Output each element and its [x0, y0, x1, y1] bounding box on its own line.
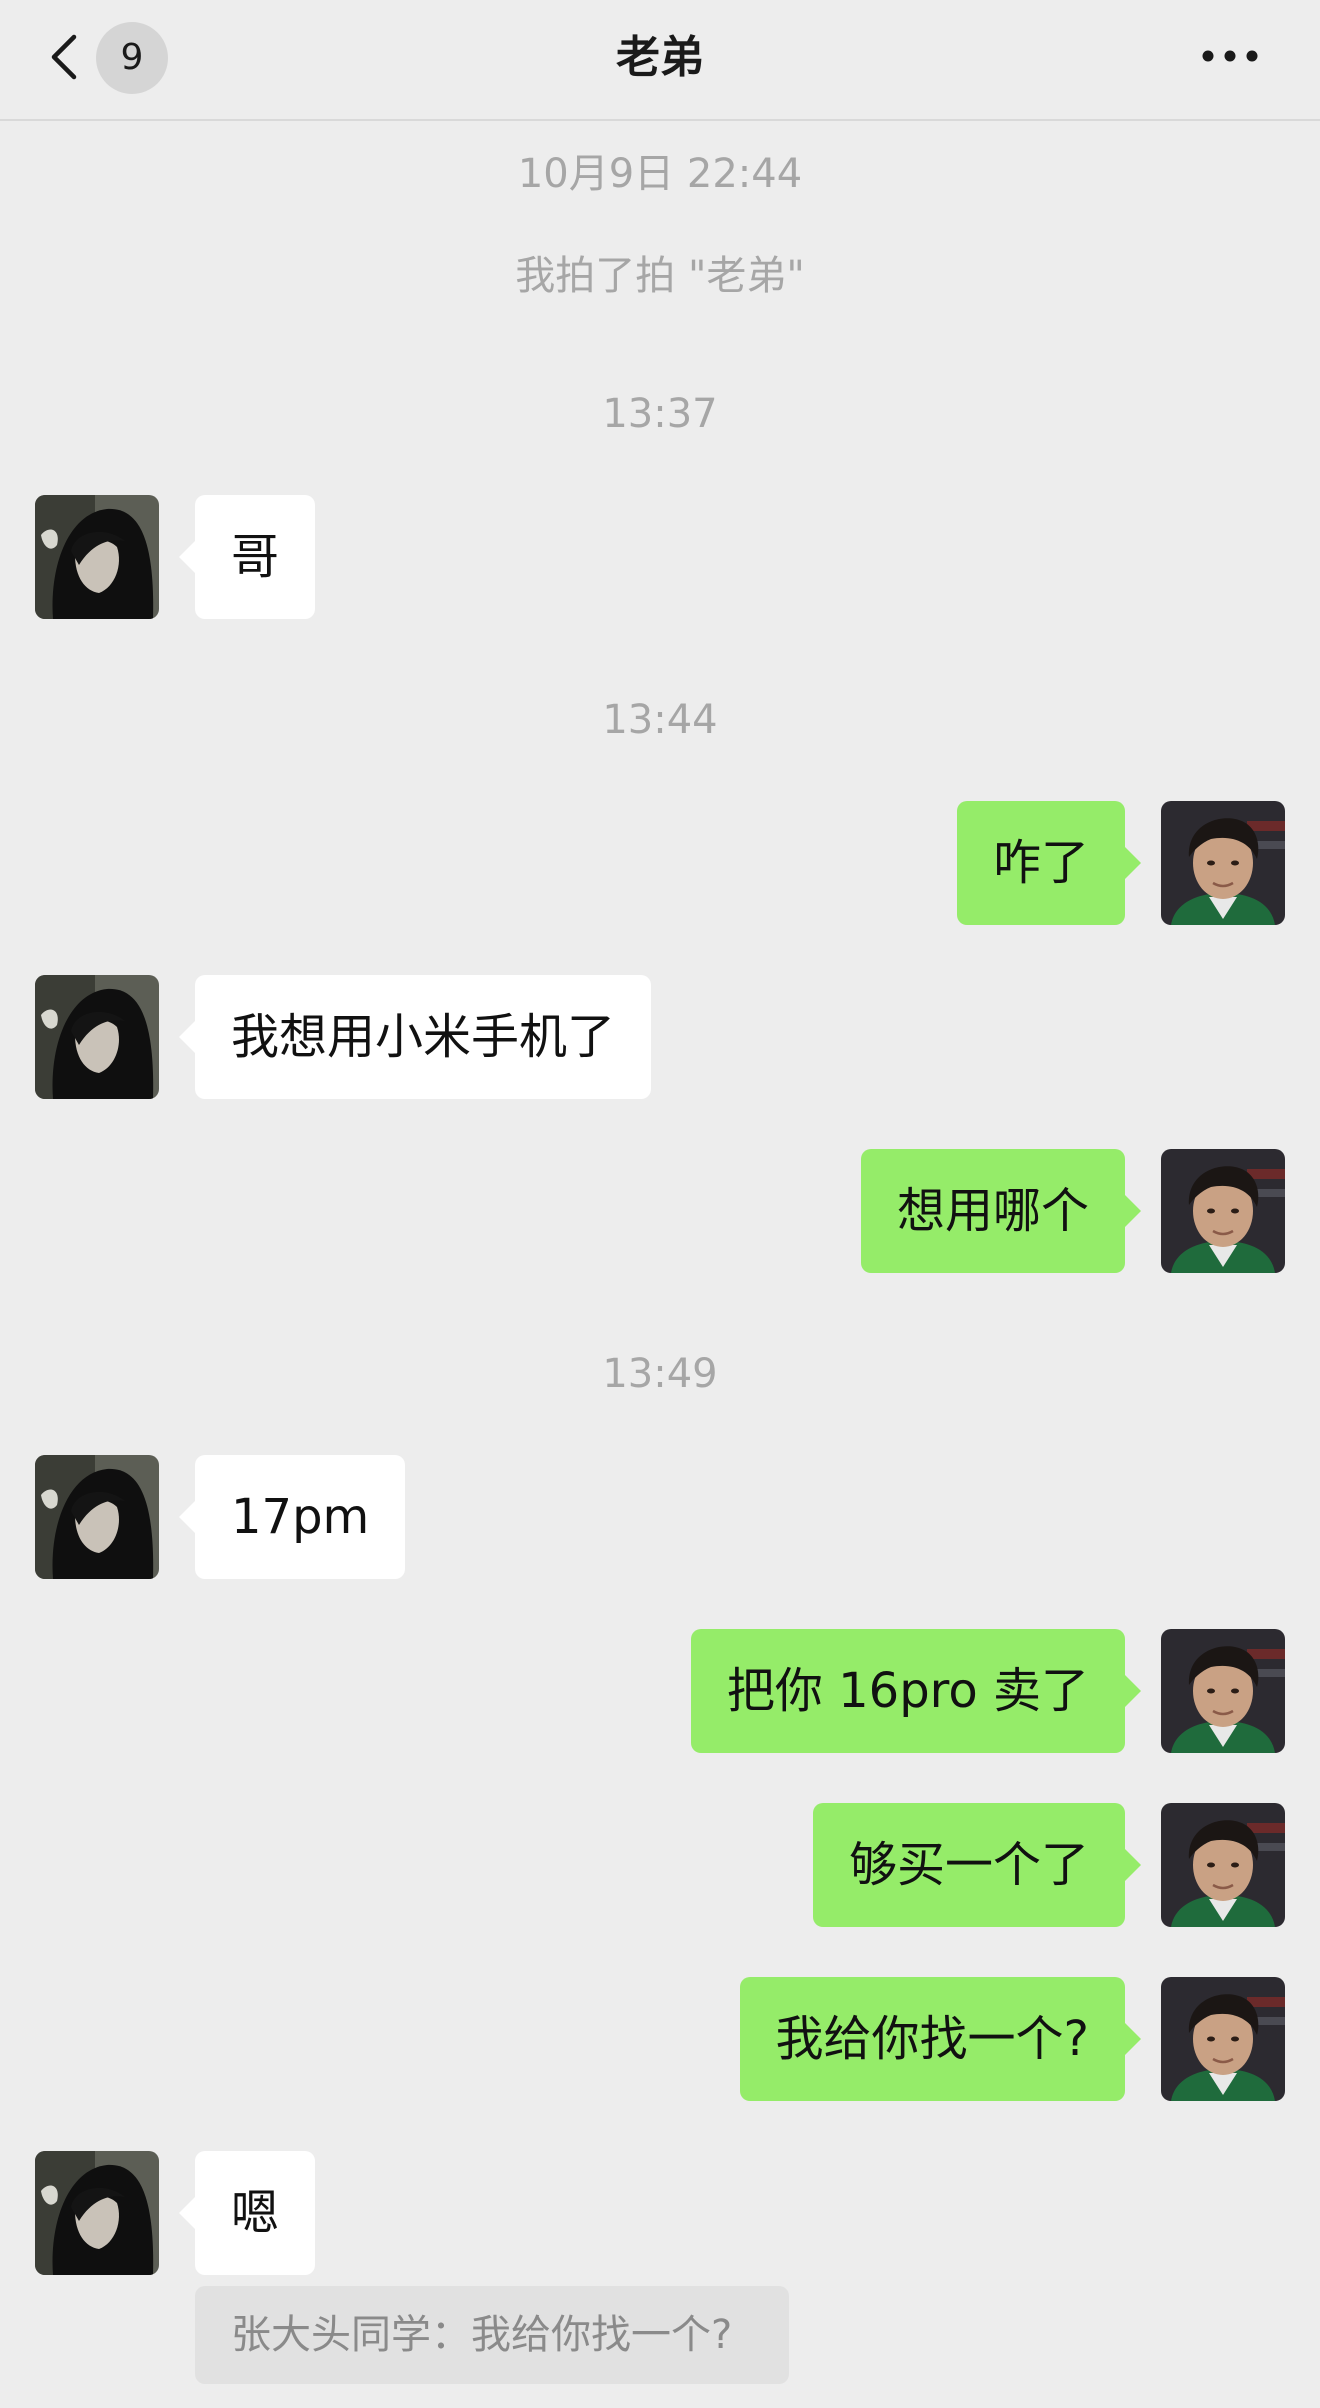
my-avatar[interactable] — [1161, 801, 1285, 925]
timestamp: 13:44 — [602, 697, 718, 743]
outgoing-message-bubble[interactable]: 想用哪个 — [860, 1149, 1142, 1273]
contact-avatar[interactable] — [35, 1455, 159, 1579]
contact-avatar[interactable] — [35, 2151, 159, 2275]
contact-avatar[interactable] — [35, 975, 159, 1099]
outgoing-message-bubble[interactable]: 把你 16pro 卖了 — [690, 1629, 1142, 1753]
my-avatar[interactable] — [1161, 1149, 1285, 1273]
my-avatar[interactable] — [1161, 1629, 1285, 1753]
incoming-message-bubble[interactable]: 17pm — [178, 1455, 406, 1579]
timestamp: 13:37 — [602, 391, 718, 437]
my-avatar[interactable] — [1161, 1803, 1285, 1927]
outgoing-message-bubble[interactable]: 够买一个了 — [812, 1803, 1142, 1927]
outgoing-message-bubble[interactable]: 咋了 — [956, 801, 1142, 925]
back-button[interactable]: 9 — [34, 22, 184, 94]
contact-avatar[interactable] — [35, 495, 159, 619]
incoming-message-bubble[interactable]: 哥 — [178, 495, 316, 619]
pat-notice: 我拍了拍 "老弟" — [515, 253, 805, 299]
outgoing-message-bubble[interactable]: 我给你找一个? — [739, 1977, 1142, 2101]
timestamp: 13:49 — [602, 1351, 718, 1397]
chevron-left-icon — [48, 34, 78, 80]
more-button[interactable] — [1190, 30, 1280, 86]
my-avatar[interactable] — [1161, 1977, 1285, 2101]
quoted-message[interactable]: 张大头同学：我给你找一个? — [195, 2286, 789, 2384]
nav-bar: 9 老弟 — [0, 0, 1320, 121]
timestamp: 10月9日 22:44 — [517, 151, 803, 197]
incoming-message-bubble[interactable]: 嗯 — [178, 2151, 316, 2275]
unread-count-badge: 9 — [96, 22, 168, 94]
incoming-message-bubble[interactable]: 我想用小米手机了 — [178, 975, 652, 1099]
chat-title: 老弟 — [616, 32, 704, 83]
